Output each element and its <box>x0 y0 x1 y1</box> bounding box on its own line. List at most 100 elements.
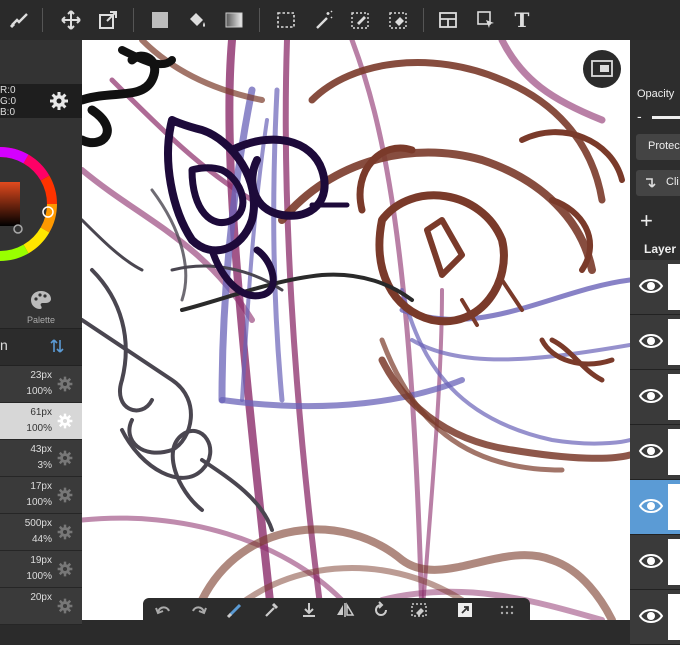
toolbar-divider <box>423 8 424 32</box>
add-layer-button[interactable]: + <box>640 208 653 234</box>
left-panel: R:0 G:0 B:0 Palette n 23px 100% 61px 100… <box>0 40 82 625</box>
eye-icon[interactable] <box>638 495 664 517</box>
bucket-icon[interactable] <box>181 4 213 36</box>
redo-icon[interactable] <box>187 600 211 620</box>
sketch-artwork <box>82 40 630 620</box>
protect-button[interactable]: Protec <box>636 134 680 160</box>
layer-item[interactable] <box>630 370 680 425</box>
brush-opacity: 44% <box>31 534 52 545</box>
select-eraser-icon[interactable] <box>382 4 414 36</box>
window-icon <box>591 60 613 77</box>
gear-icon[interactable] <box>56 597 74 615</box>
drawing-canvas[interactable] <box>82 40 630 620</box>
gear-icon[interactable] <box>56 449 74 467</box>
undo-icon[interactable] <box>151 600 175 620</box>
brush-item[interactable]: 500px 44% <box>0 514 82 551</box>
top-toolbar: T <box>0 0 680 41</box>
brush-icon[interactable] <box>223 600 247 620</box>
brush-size: 43px <box>30 444 52 455</box>
layer-item[interactable] <box>630 590 680 645</box>
brush-size: 17px <box>30 481 52 492</box>
layer-thumbnail <box>668 539 680 585</box>
gear-icon[interactable] <box>56 523 74 541</box>
brush-item[interactable]: 20px <box>0 588 82 625</box>
frame-icon[interactable] <box>432 4 464 36</box>
color-wheel[interactable] <box>0 124 82 284</box>
flip-icon[interactable] <box>333 600 357 620</box>
eye-icon[interactable] <box>638 385 664 407</box>
layer-item[interactable] <box>630 480 680 535</box>
brush-opacity: 3% <box>37 460 52 471</box>
palette-button[interactable]: Palette <box>0 285 82 327</box>
brush-size: 61px <box>30 407 52 418</box>
gear-icon[interactable] <box>56 375 74 393</box>
brush-opacity: 100% <box>26 497 52 508</box>
select-arrow-icon[interactable] <box>470 4 502 36</box>
eye-icon[interactable] <box>638 275 664 297</box>
eye-icon[interactable] <box>638 330 664 352</box>
clip-arrow-icon <box>646 178 656 188</box>
layer-title: Layer <box>644 242 677 256</box>
clipping-button[interactable]: Cli <box>636 170 680 196</box>
pen-check-icon[interactable] <box>4 4 36 36</box>
layer-thumbnail <box>668 484 680 530</box>
toolbar-divider <box>259 8 260 32</box>
layer-item[interactable] <box>630 260 680 315</box>
eye-icon[interactable] <box>638 550 664 572</box>
opacity-slider[interactable] <box>652 116 680 119</box>
layer-item[interactable] <box>630 425 680 480</box>
brush-item[interactable]: 61px 100% <box>0 403 82 440</box>
brush-size: 23px <box>30 370 52 381</box>
layer-thumbnail <box>668 374 680 420</box>
select-pen-icon[interactable] <box>344 4 376 36</box>
layer-panel: Opacity - Protec Cli + Layer <box>630 40 680 645</box>
brush-opacity: 100% <box>26 386 52 397</box>
opacity-minus[interactable]: - <box>637 108 642 124</box>
brush-header-text: n <box>0 337 8 353</box>
move-icon[interactable] <box>55 4 87 36</box>
brush-item[interactable]: 19px 100% <box>0 551 82 588</box>
palette-icon <box>31 291 51 309</box>
eyedropper-icon[interactable] <box>259 600 283 620</box>
brush-list-header: n <box>0 328 82 366</box>
rotate-icon[interactable] <box>369 600 393 620</box>
fill-color-icon[interactable] <box>144 4 176 36</box>
layer-thumbnail <box>668 594 680 640</box>
view-toggle-button[interactable] <box>583 50 621 88</box>
gear-icon[interactable] <box>56 486 74 504</box>
text-tool-label: T <box>514 8 530 32</box>
layer-thumbnail <box>668 264 680 310</box>
brush-item[interactable]: 43px 3% <box>0 440 82 477</box>
gear-icon[interactable] <box>56 560 74 578</box>
protect-label: Protec <box>648 140 680 152</box>
brush-size: 20px <box>30 592 52 603</box>
magic-wand-icon[interactable] <box>308 4 340 36</box>
download-icon[interactable] <box>297 600 321 620</box>
brush-item[interactable]: 23px 100% <box>0 366 82 403</box>
select-rect-icon[interactable] <box>270 4 302 36</box>
transform-icon[interactable] <box>92 4 124 36</box>
b-value: B:0 <box>0 107 16 118</box>
layer-thumbnail <box>668 319 680 365</box>
color-values: R:0 G:0 B:0 <box>0 84 82 118</box>
eye-icon[interactable] <box>638 605 664 627</box>
palette-label: Palette <box>26 315 56 325</box>
eye-icon[interactable] <box>638 440 664 462</box>
gear-icon[interactable] <box>56 412 74 430</box>
toolbar-divider <box>133 8 134 32</box>
brush-size: 500px <box>24 518 52 529</box>
brush-opacity: 100% <box>26 571 52 582</box>
clip-label: Cli <box>666 176 679 188</box>
toolbar-divider <box>42 8 43 32</box>
more-icon[interactable] <box>495 600 519 620</box>
layer-item[interactable] <box>630 535 680 590</box>
layer-item[interactable] <box>630 315 680 370</box>
r-value: R:0 <box>0 85 16 96</box>
brush-item[interactable]: 17px 100% <box>0 477 82 514</box>
sort-icon[interactable] <box>48 337 66 355</box>
gradient-icon[interactable] <box>218 4 250 36</box>
fullscreen-icon[interactable] <box>453 600 477 620</box>
gear-icon[interactable] <box>48 90 70 112</box>
eraser-icon[interactable] <box>407 600 431 620</box>
text-icon[interactable]: T <box>506 4 538 36</box>
